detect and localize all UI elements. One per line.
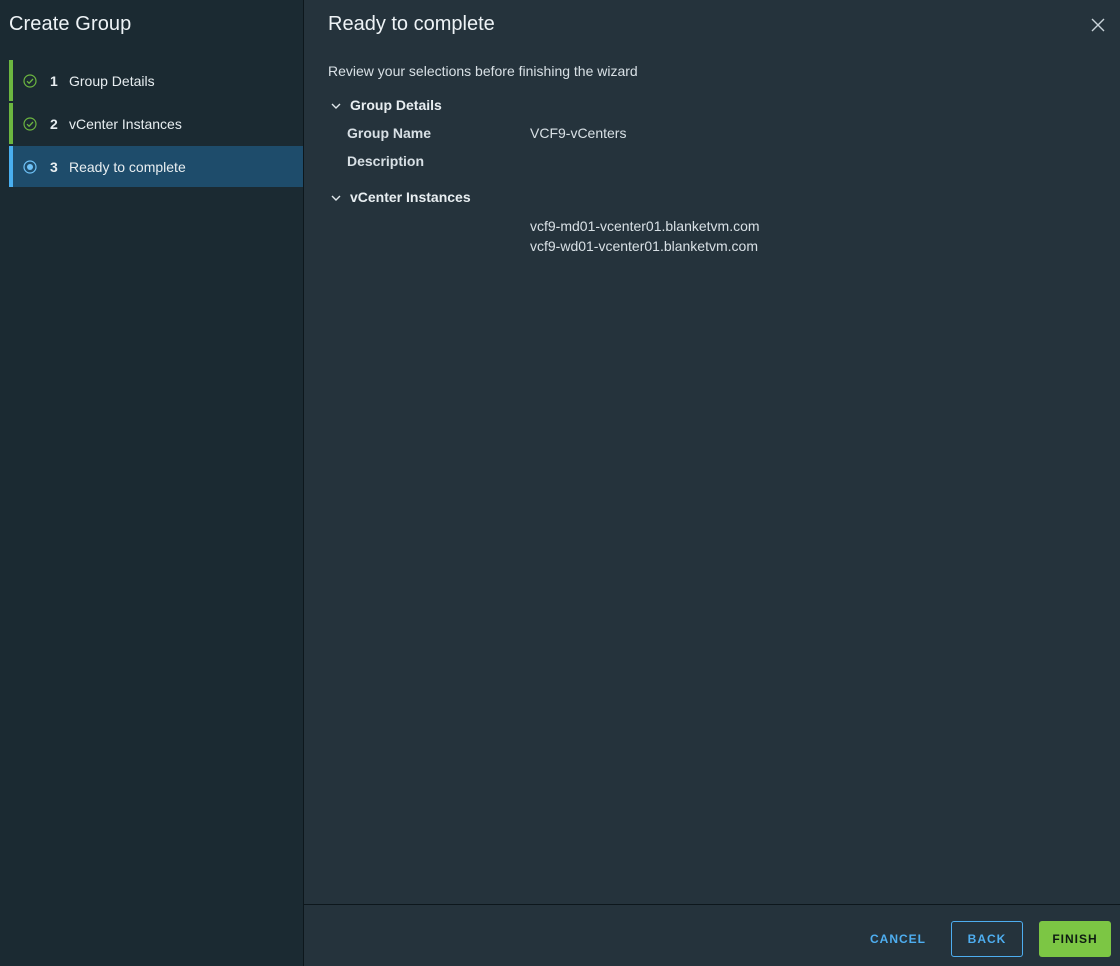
section-heading: Group Details <box>350 97 442 113</box>
chevron-down-icon <box>330 99 342 111</box>
wizard-title: Create Group <box>9 13 132 35</box>
step-group-details[interactable]: 1 Group Details <box>9 60 303 101</box>
step-label: Ready to complete <box>69 158 186 175</box>
step-vcenter-instances[interactable]: 2 vCenter Instances <box>9 103 303 144</box>
page-title: Ready to complete <box>328 13 495 35</box>
step-number: 3 <box>50 158 58 175</box>
wizard-sidebar: Create Group 1 Group Details 2 vCenter I… <box>0 0 304 966</box>
section-heading: vCenter Instances <box>350 189 471 205</box>
group-name-label: Group Name <box>347 125 432 141</box>
step-status-bar <box>9 146 13 187</box>
close-icon[interactable] <box>1090 17 1106 33</box>
chevron-down-icon <box>330 191 342 203</box>
create-group-wizard: Create Group 1 Group Details 2 vCenter I… <box>0 0 1120 966</box>
step-status-bar <box>9 60 13 101</box>
group-name-value: VCF9-vCenters <box>530 125 627 141</box>
wizard-footer: CANCEL BACK FINISH <box>304 904 1120 966</box>
step-ready-to-complete[interactable]: 3 Ready to complete <box>9 146 303 187</box>
dot-circle-icon <box>22 159 38 175</box>
step-status-bar <box>9 103 13 144</box>
wizard-steps: 1 Group Details 2 vCenter Instances 3 Re… <box>0 60 303 187</box>
section-group-details[interactable]: Group Details <box>328 97 442 113</box>
wizard-content: Ready to complete Review your selections… <box>304 0 1120 966</box>
cancel-button[interactable]: CANCEL <box>870 921 926 957</box>
step-number: 2 <box>50 115 58 132</box>
step-label: Group Details <box>69 72 155 89</box>
section-vcenter-instances[interactable]: vCenter Instances <box>328 189 471 205</box>
finish-button[interactable]: FINISH <box>1039 921 1111 957</box>
back-button[interactable]: BACK <box>951 921 1023 957</box>
vcenter-instance-item: vcf9-md01-vcenter01.blanketvm.com <box>530 218 760 234</box>
page-subtitle: Review your selections before finishing … <box>328 63 638 79</box>
description-label: Description <box>347 153 425 169</box>
check-circle-icon <box>22 116 38 132</box>
step-label: vCenter Instances <box>69 115 182 132</box>
step-number: 1 <box>50 72 58 89</box>
vcenter-instance-item: vcf9-wd01-vcenter01.blanketvm.com <box>530 238 758 254</box>
check-circle-icon <box>22 73 38 89</box>
